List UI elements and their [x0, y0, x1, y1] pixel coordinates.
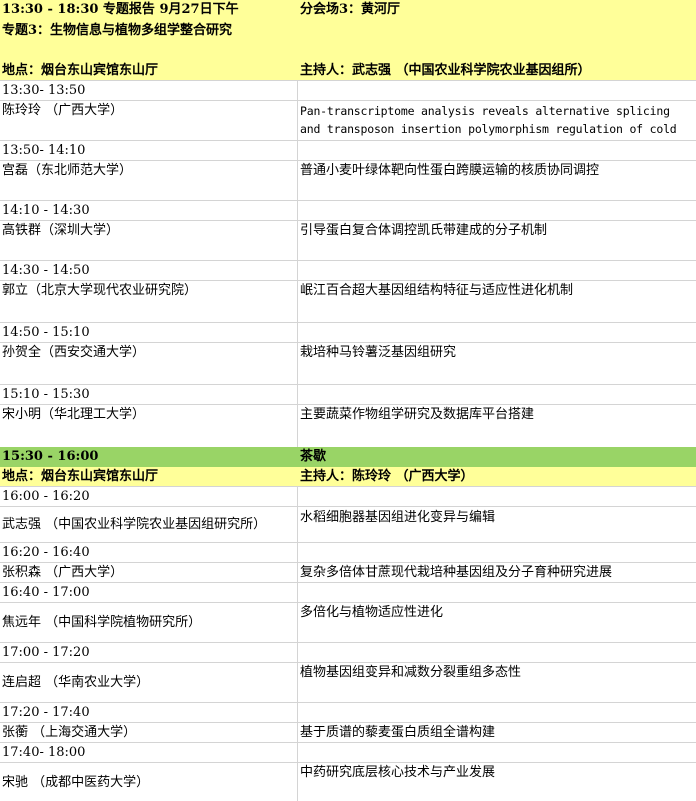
talk-title: 基于质谱的藜麦蛋白质组全谱构建	[300, 725, 496, 740]
talk-speaker: 孙贺全（西安交通大学）	[2, 345, 146, 360]
talk-speaker: 郭立（北京大学现代农业研究院）	[2, 283, 198, 298]
table-row: 孙贺全（西安交通大学） 栽培种马铃薯泛基因组研究	[0, 343, 696, 385]
talk-title: 岷江百合超大基因组结构特征与适应性进化机制	[300, 283, 574, 298]
table-row: 16:00 - 16:20	[0, 487, 696, 507]
talk-title: 植物基因组变异和减数分裂重组多态性	[300, 665, 522, 680]
table-row: 张蘅 （上海交通大学） 基于质谱的藜麦蛋白质组全谱构建	[0, 723, 696, 743]
table-row: 14:50 - 15:10	[0, 323, 696, 343]
talk-time: 16:20 - 16:40	[2, 545, 90, 560]
table-row: 陈玲玲 （广西大学） Pan-transcriptome analysis re…	[0, 101, 696, 141]
table-row: 张积森 （广西大学） 复杂多倍体甘蔗现代栽培种基因组及分子育种研究进展	[0, 563, 696, 583]
header-time-title: 13:30 - 18:30 专题报告 9月27日下午	[2, 2, 239, 17]
header-venue-room: 分会场3：黄河厅	[300, 2, 401, 17]
table-row: 焦远年 （中国科学院植物研究所） 多倍化与植物适应性进化	[0, 603, 696, 643]
talk-speaker: 张蘅 （上海交通大学）	[2, 725, 137, 740]
talk-time: 17:20 - 17:40	[2, 705, 90, 720]
talk-title: 中药研究底层核心技术与产业发展	[300, 765, 496, 780]
talk-time: 14:10 - 14:30	[2, 203, 90, 218]
table-row: 17:00 - 17:20	[0, 643, 696, 663]
session1-info-row: 地点：烟台东山宾馆东山厅 主持人：武志强 （中国农业科学院农业基因组所）	[0, 61, 696, 81]
talk-title: 复杂多倍体甘蔗现代栽培种基因组及分子育种研究进展	[300, 565, 613, 580]
talk-time: 14:30 - 14:50	[2, 263, 90, 278]
table-row: 17:20 - 17:40	[0, 703, 696, 723]
table-row: 13:50- 14:10	[0, 141, 696, 161]
session2-info-row: 地点：烟台东山宾馆东山厅 主持人：陈玲玲 （广西大学）	[0, 467, 696, 487]
talk-title: and transposon insertion polymorphism re…	[300, 122, 677, 136]
table-row: 16:20 - 16:40	[0, 543, 696, 563]
table-row: 14:30 - 14:50	[0, 261, 696, 281]
talk-title: 多倍化与植物适应性进化	[300, 605, 444, 620]
talk-time: 17:00 - 17:20	[2, 645, 90, 660]
header-topic: 专题3：生物信息与植物多组学整合研究	[2, 23, 233, 38]
table-row: 15:10 - 15:30	[0, 385, 696, 405]
schedule-sheet: 13:30 - 18:30 专题报告 9月27日下午 专题3：生物信息与植物多组…	[0, 0, 696, 801]
table-row: 16:40 - 17:00	[0, 583, 696, 603]
talk-time: 16:00 - 16:20	[2, 489, 90, 504]
table-row: 郭立（北京大学现代农业研究院） 岷江百合超大基因组结构特征与适应性进化机制	[0, 281, 696, 323]
talk-speaker: 武志强 （中国农业科学院农业基因组研究所）	[2, 517, 267, 532]
talk-time: 14:50 - 15:10	[2, 325, 90, 340]
table-row: 13:30- 13:50	[0, 81, 696, 101]
talk-time: 16:40 - 17:00	[2, 585, 90, 600]
table-row: 宋驰 （成都中医药大学） 中药研究底层核心技术与产业发展	[0, 763, 696, 801]
table-row: 武志强 （中国农业科学院农业基因组研究所） 水稻细胞器基因组进化变异与编辑	[0, 507, 696, 543]
talk-speaker: 宋驰 （成都中医药大学）	[2, 775, 150, 790]
session1-host: 主持人：武志强 （中国农业科学院农业基因组所）	[300, 63, 591, 78]
talk-time: 17:40- 18:00	[2, 745, 86, 760]
talk-speaker: 连启超 （华南农业大学）	[2, 675, 150, 690]
header-block: 13:30 - 18:30 专题报告 9月27日下午 专题3：生物信息与植物多组…	[0, 0, 696, 61]
session1-location: 地点：烟台东山宾馆东山厅	[2, 63, 159, 78]
session2-host: 主持人：陈玲玲 （广西大学）	[300, 469, 474, 484]
talk-time: 13:50- 14:10	[2, 143, 86, 158]
talk-speaker: 焦远年 （中国科学院植物研究所）	[2, 615, 202, 630]
header-left: 13:30 - 18:30 专题报告 9月27日下午 专题3：生物信息与植物多组…	[0, 0, 298, 61]
talk-speaker: 高铁群（深圳大学）	[2, 223, 120, 238]
session2-location: 地点：烟台东山宾馆东山厅	[2, 469, 159, 484]
table-row: 连启超 （华南农业大学） 植物基因组变异和减数分裂重组多态性	[0, 663, 696, 703]
table-row: 宫磊（东北师范大学） 普通小麦叶绿体靶向性蛋白跨膜运输的核质协同调控	[0, 161, 696, 201]
table-row: 高铁群（深圳大学） 引导蛋白复合体调控凯氏带建成的分子机制	[0, 221, 696, 261]
table-row: 宋小明（华北理工大学） 主要蔬菜作物组学研究及数据库平台搭建	[0, 405, 696, 447]
talk-speaker: 张积森 （广西大学）	[2, 565, 124, 580]
talk-title: 普通小麦叶绿体靶向性蛋白跨膜运输的核质协同调控	[300, 163, 600, 178]
talk-time: 13:30- 13:50	[2, 83, 86, 98]
table-row: 17:40- 18:00	[0, 743, 696, 763]
talk-title: 水稻细胞器基因组进化变异与编辑	[300, 510, 496, 525]
talk-title: 栽培种马铃薯泛基因组研究	[300, 345, 457, 360]
talk-title: 主要蔬菜作物组学研究及数据库平台搭建	[300, 407, 535, 422]
talk-title: Pan-transcriptome analysis reveals alter…	[300, 104, 670, 118]
break-row: 15:30 - 16:00 茶歇	[0, 447, 696, 467]
break-time: 15:30 - 16:00	[2, 449, 99, 464]
header-right: 分会场3：黄河厅	[298, 0, 696, 61]
talk-speaker: 宋小明（华北理工大学）	[2, 407, 146, 422]
table-row: 14:10 - 14:30	[0, 201, 696, 221]
break-label: 茶歇	[300, 449, 327, 464]
talk-speaker: 陈玲玲 （广西大学）	[2, 103, 124, 118]
talk-speaker: 宫磊（东北师范大学）	[2, 163, 133, 178]
talk-title: 引导蛋白复合体调控凯氏带建成的分子机制	[300, 223, 548, 238]
talk-time: 15:10 - 15:30	[2, 387, 90, 402]
